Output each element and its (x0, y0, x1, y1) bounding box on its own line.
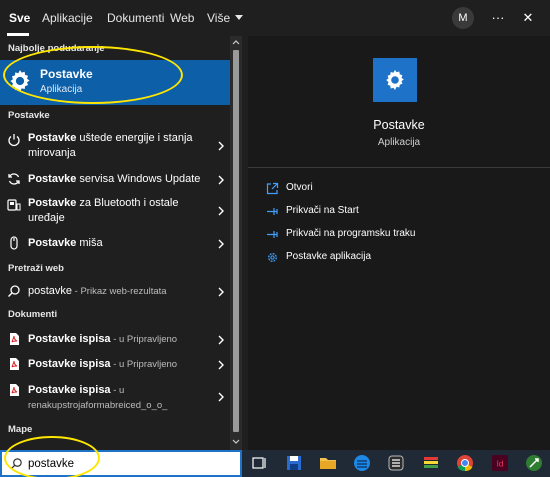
action-label: Postavke aplikacija (286, 251, 372, 262)
pdf-icon (10, 358, 19, 370)
item-bold-text: Postavke (28, 173, 77, 185)
settings-item-bluetooth[interactable]: Postavke za Bluetooth i ostale uređaje (0, 196, 230, 228)
section-best-match: Najbolje podudaranje (8, 43, 105, 54)
item-bold-text: postavke (28, 285, 73, 297)
action-label: Otvori (286, 182, 313, 193)
taskbar: Id (242, 450, 550, 477)
indesign-icon[interactable]: Id (491, 454, 509, 472)
item-bold-text: Postavke (28, 237, 77, 249)
divider (248, 167, 550, 168)
tool-icon[interactable] (525, 454, 543, 472)
tab-apps[interactable]: Aplikacije (42, 0, 93, 36)
save-icon[interactable] (285, 454, 303, 472)
stack-app-icon[interactable] (422, 454, 440, 472)
best-match-item[interactable]: Postavke Aplikacija (0, 60, 230, 105)
scrollbar[interactable] (230, 36, 242, 450)
preview-title: Postavke (373, 118, 425, 132)
web-search-item[interactable]: postavke - Prikaz web-rezultata (0, 283, 230, 301)
chevron-right-icon (218, 175, 224, 185)
chrome-icon[interactable] (456, 454, 474, 472)
item-location-path: renakupstrojaformabreiced_o_o_ (28, 400, 168, 411)
scroll-thumb[interactable] (233, 50, 239, 432)
pin-icon (267, 231, 278, 238)
item-bold-text: Postavke (28, 384, 77, 396)
section-documents: Dokumenti (8, 309, 58, 320)
app-tile (373, 58, 417, 102)
notes-icon[interactable] (387, 454, 405, 472)
item-text: servisa Windows Update (76, 173, 201, 185)
item-text: ispisa (76, 358, 111, 370)
gear-icon (386, 70, 404, 90)
section-settings: Postavke (8, 110, 50, 121)
chevron-right-icon (218, 141, 224, 151)
item-text: ispisa (76, 333, 111, 345)
avatar[interactable]: M (452, 7, 474, 29)
section-folders: Mape (8, 424, 33, 435)
scroll-down-icon[interactable] (232, 438, 240, 446)
item-text: ispisa (76, 384, 111, 396)
best-match-subtitle: Aplikacija (40, 84, 83, 95)
action-label: Prikvači na programsku traku (286, 228, 416, 239)
close-icon[interactable]: ✕ (518, 8, 538, 28)
gear-icon (10, 70, 30, 92)
item-bold-text: Postavke (28, 358, 77, 370)
chevron-right-icon (218, 287, 224, 297)
scroll-up-icon[interactable] (232, 38, 240, 46)
settings-item-windows-update[interactable]: Postavke servisa Windows Update (0, 171, 230, 189)
settings-item-power[interactable]: Postavke uštede energije i stanja mirova… (0, 131, 230, 163)
chevron-down-icon (235, 15, 244, 21)
action-label: Prikvači na Start (286, 205, 359, 216)
tab-documents[interactable]: Dokumenti (107, 0, 164, 36)
results-list: Najbolje podudaranje Postavke Aplikacija… (0, 36, 242, 450)
item-bold-text: Postavke (28, 197, 77, 209)
document-item[interactable]: Postavke ispisa - u renakupstrojaformabre… (0, 382, 230, 414)
best-match-title: Postavke (40, 67, 93, 81)
svg-text:Id: Id (497, 460, 504, 469)
pdf-icon (10, 384, 19, 396)
chevron-right-icon (218, 239, 224, 249)
search-input[interactable] (28, 455, 228, 473)
item-text: - Prikaz web-rezultata (72, 286, 167, 297)
tab-web[interactable]: Web (170, 0, 194, 36)
search-icon (8, 285, 20, 297)
sync-icon (8, 173, 20, 185)
item-location: - u (110, 385, 125, 396)
file-explorer-icon[interactable] (319, 454, 337, 472)
settings-item-mouse[interactable]: Postavke miša (0, 235, 230, 253)
chevron-right-icon (218, 360, 224, 370)
item-location: - u Pripravljeno (110, 359, 178, 370)
chevron-right-icon (218, 392, 224, 402)
item-text: miša (76, 237, 103, 249)
pin-icon (267, 208, 278, 215)
pdf-icon (10, 333, 19, 345)
item-location: - u Pripravljeno (110, 334, 178, 345)
open-icon (266, 182, 279, 195)
item-bold-text: Postavke (28, 333, 77, 345)
task-view-icon[interactable] (250, 454, 268, 472)
search-tabs-bar: Sve Aplikacije Dokumenti Web Više M ··· … (0, 0, 550, 36)
app-icon[interactable] (353, 454, 371, 472)
preview-subtitle: Aplikacija (377, 137, 421, 148)
gear-icon (268, 253, 277, 262)
power-icon (8, 134, 20, 147)
tab-all[interactable]: Sve (9, 0, 30, 36)
mouse-icon (10, 236, 18, 250)
section-web: Pretraži web (8, 263, 64, 274)
more-icon[interactable]: ··· (488, 8, 508, 28)
document-item[interactable]: Postavke ispisa - u Pripravljeno (0, 356, 230, 374)
chevron-right-icon (218, 206, 224, 216)
chevron-right-icon (218, 335, 224, 345)
item-bold-text: Postavke (28, 132, 77, 144)
search-icon (10, 458, 22, 470)
tab-more[interactable]: Više (207, 0, 244, 36)
devices-icon (7, 199, 21, 211)
document-item[interactable]: Postavke ispisa - u Pripravljeno (0, 331, 230, 349)
search-box[interactable] (0, 450, 242, 477)
preview-pane: Postavke Aplikacija Otvori Prikvači na S… (248, 36, 550, 450)
